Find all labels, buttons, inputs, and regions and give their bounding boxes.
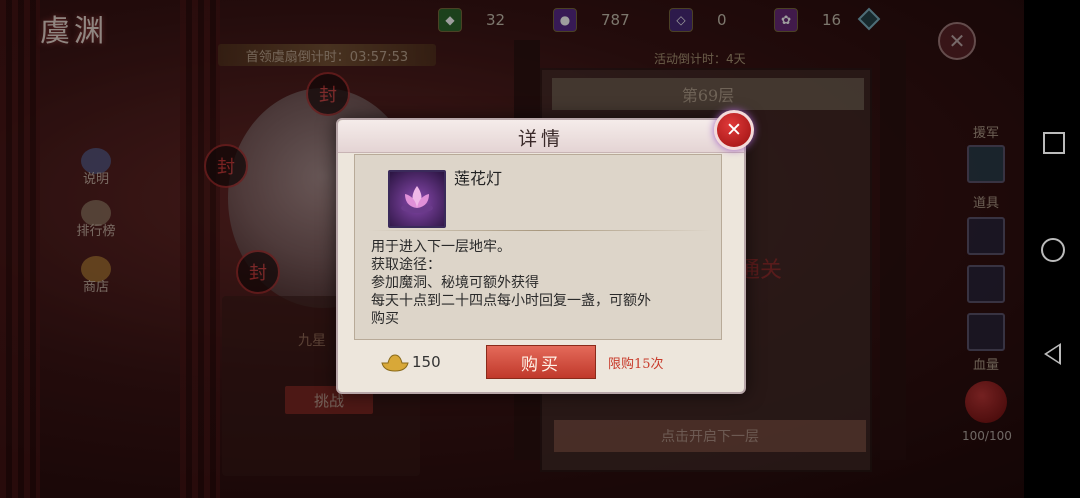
description-line: 用于进入下一层地牢。 [371, 239, 511, 255]
price-value: 150 [412, 353, 441, 371]
dialog-title-bar: 详情 [338, 120, 744, 153]
home-button[interactable] [1041, 238, 1065, 262]
dialog-title: 详情 [517, 128, 564, 150]
lotus-icon [401, 186, 433, 213]
back-button[interactable] [1044, 343, 1061, 365]
description-line: 参加魔洞、秘境可额外获得 [371, 275, 539, 291]
description-line: 购买 [371, 311, 399, 327]
divider [368, 230, 712, 231]
dialog-close-button[interactable]: ✕ [714, 110, 754, 150]
description-line: 每天十点到二十四点每小时回复一盏，可额外 [371, 293, 651, 309]
buy-button[interactable]: 购买 [486, 345, 596, 379]
item-name: 莲花灯 [454, 169, 503, 188]
item-description: 用于进入下一层地牢。 获取途径： 参加魔洞、秘境可额外获得 每天十点到二十四点每… [371, 238, 711, 328]
gold-ingot-icon [381, 354, 409, 372]
close-icon: ✕ [726, 119, 742, 141]
item-icon [388, 170, 446, 228]
recent-apps-button[interactable] [1043, 132, 1065, 154]
description-line: 获取途径： [371, 257, 441, 273]
purchase-limit: 限购15次 [608, 357, 664, 372]
